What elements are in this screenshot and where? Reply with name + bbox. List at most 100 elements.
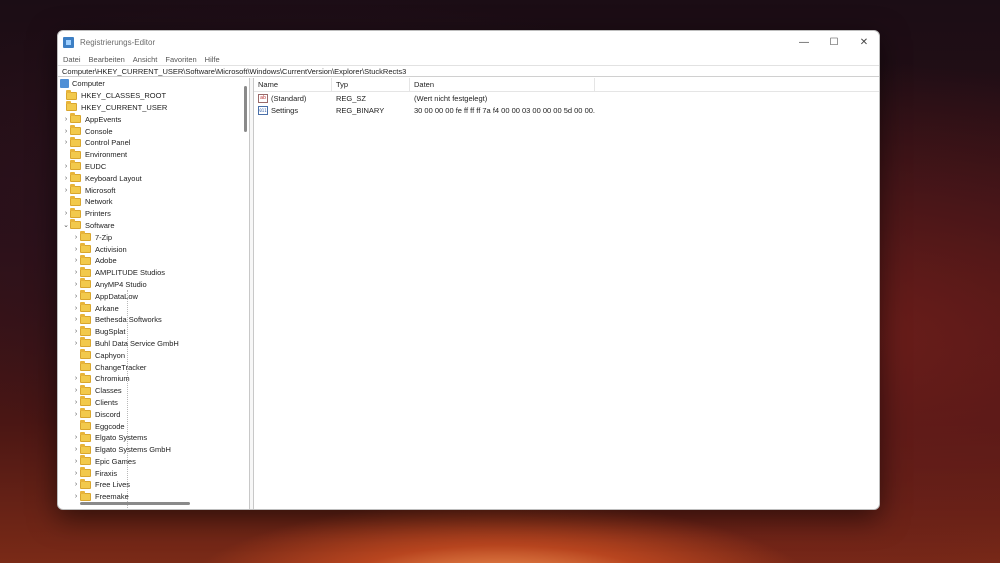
tree-node-chromium[interactable]: › Chromium	[58, 372, 240, 385]
tree-node-free-lives[interactable]: › Free Lives	[58, 478, 240, 491]
folder-icon	[80, 467, 91, 478]
chevron-right-icon[interactable]: ›	[72, 269, 80, 276]
tree-node-appevents[interactable]: › AppEvents	[58, 113, 240, 125]
tree-node-eggcode[interactable]: Eggcode	[58, 420, 240, 432]
folder-icon	[70, 219, 81, 230]
chevron-right-icon[interactable]: ›	[72, 234, 80, 241]
chevron-right-icon[interactable]: ›	[72, 305, 80, 312]
folder-icon	[66, 89, 77, 100]
chevron-right-icon[interactable]: ›	[72, 293, 80, 300]
chevron-right-icon[interactable]: ›	[72, 257, 80, 264]
menu-favoriten[interactable]: Favoriten	[165, 55, 196, 64]
chevron-right-icon[interactable]: ›	[62, 175, 70, 182]
chevron-right-icon[interactable]: ›	[72, 470, 80, 477]
tree-node-buhl-data-service-gmbh[interactable]: › Buhl Data Service GmbH	[58, 337, 240, 350]
tree-node-environment[interactable]: Environment	[58, 148, 240, 161]
tree-node-label: Printers	[85, 209, 111, 219]
chevron-right-icon[interactable]: ›	[72, 375, 80, 382]
tree-node-network[interactable]: Network	[58, 195, 240, 208]
folder-icon	[70, 136, 81, 147]
tree-node-changetracker[interactable]: ChangeTracker	[58, 361, 240, 373]
folder-icon	[70, 195, 81, 206]
tree-node-label: Epic Games	[95, 456, 136, 466]
address-bar[interactable]: Computer\HKEY_CURRENT_USER\Software\Micr…	[58, 65, 879, 77]
folder-icon	[80, 231, 91, 242]
tree-node-anymp4-studio[interactable]: › AnyMP4 Studio	[58, 278, 240, 291]
maximize-button[interactable]: ☐	[819, 31, 849, 53]
column-header-name[interactable]: Name	[254, 77, 332, 92]
chevron-right-icon[interactable]: ›	[72, 316, 80, 323]
tree-node-computer[interactable]: Computer	[58, 78, 240, 90]
chevron-right-icon[interactable]: ›	[72, 446, 80, 453]
chevron-right-icon[interactable]: ›	[62, 116, 70, 123]
folder-icon	[66, 101, 77, 112]
minimize-button[interactable]: —	[789, 31, 819, 53]
value-row[interactable]: 011 Settings REG_BINARY 30 00 00 00 fe f…	[254, 104, 879, 116]
tree-node-console[interactable]: › Console	[58, 125, 240, 137]
tree-node-discord[interactable]: › Discord	[58, 408, 240, 420]
chevron-right-icon[interactable]: ›	[62, 187, 70, 194]
tree-node-printers[interactable]: › Printers	[58, 207, 240, 220]
chevron-right-icon[interactable]: ›	[62, 128, 70, 135]
tree-node-hkey-current-user[interactable]: HKEY_CURRENT_USER	[58, 101, 240, 114]
values-header: Name Typ Daten	[254, 77, 879, 92]
chevron-right-icon[interactable]: ›	[72, 340, 80, 347]
menu-ansicht[interactable]: Ansicht	[133, 55, 158, 64]
tree-node-elgato-systems-gmbh[interactable]: › Elgato Systems GmbH	[58, 443, 240, 456]
chevron-right-icon[interactable]: ›	[62, 163, 70, 170]
chevron-right-icon[interactable]: ›	[72, 458, 80, 465]
chevron-right-icon[interactable]: ›	[72, 246, 80, 253]
tree-node-amplitude-studios[interactable]: › AMPLITUDE Studios	[58, 266, 240, 279]
tree-node-label: BugSplat	[95, 327, 126, 337]
value-row[interactable]: ab (Standard) REG_SZ (Wert nicht festgel…	[254, 92, 879, 104]
close-button[interactable]: ✕	[849, 31, 879, 53]
tree-node-eudc[interactable]: › EUDC	[58, 160, 240, 173]
chevron-right-icon[interactable]: ›	[72, 281, 80, 288]
tree-node-elgato-systems[interactable]: › Elgato Systems	[58, 431, 240, 444]
tree-node-classes[interactable]: › Classes	[58, 384, 240, 397]
values-pane: Name Typ Daten ab (Standard) REG_SZ (Wer…	[254, 77, 879, 509]
chevron-right-icon[interactable]: ›	[72, 411, 80, 418]
tree-node-adobe[interactable]: › Adobe	[58, 254, 240, 267]
tree-node-bugsplat[interactable]: › BugSplat	[58, 325, 240, 338]
chevron-right-icon[interactable]: ›	[72, 387, 80, 394]
tree-node-label: Elgato Systems	[95, 433, 148, 443]
chevron-right-icon[interactable]: ›	[72, 481, 80, 488]
tree-node-firaxis[interactable]: › Firaxis	[58, 467, 240, 479]
tree-node-7-zip[interactable]: › 7-Zip	[58, 231, 240, 243]
tree-vertical-scrollbar[interactable]	[244, 86, 247, 132]
chevron-right-icon[interactable]: ›	[72, 493, 80, 500]
tree-node-label: AnyMP4 Studio	[95, 279, 147, 289]
tree-node-clients[interactable]: › Clients	[58, 396, 240, 409]
chevron-right-icon[interactable]: ›	[62, 210, 70, 217]
tree-node-caphyon[interactable]: Caphyon	[58, 349, 240, 361]
tree-node-software[interactable]: ⌄ Software	[58, 219, 240, 232]
value-name-cell: 011 Settings	[254, 105, 332, 115]
menu-bearbeiten[interactable]: Bearbeiten	[89, 55, 125, 64]
chevron-down-icon[interactable]: ⌄	[62, 221, 70, 229]
chevron-right-icon[interactable]: ›	[72, 328, 80, 335]
registry-editor-window: Registrierungs-Editor — ☐ ✕ Datei Bearbe…	[57, 30, 880, 510]
title-bar[interactable]: Registrierungs-Editor — ☐ ✕	[58, 31, 879, 53]
tree-node-appdatalow[interactable]: › AppDataLow	[58, 290, 240, 302]
tree-horizontal-scrollbar[interactable]	[80, 502, 190, 505]
tree-node-keyboard-layout[interactable]: › Keyboard Layout	[58, 172, 240, 184]
menu-datei[interactable]: Datei	[63, 55, 81, 64]
tree-node-microsoft[interactable]: › Microsoft	[58, 184, 240, 196]
tree-node-epic-games[interactable]: › Epic Games	[58, 455, 240, 468]
tree-node-activision[interactable]: › Activision	[58, 243, 240, 255]
chevron-right-icon[interactable]: ›	[62, 139, 70, 146]
chevron-right-icon[interactable]: ›	[72, 434, 80, 441]
chevron-right-icon[interactable]: ›	[72, 399, 80, 406]
tree-node-control-panel[interactable]: › Control Panel	[58, 136, 240, 149]
tree-node-freemake[interactable]: › Freemake	[58, 490, 240, 503]
tree-node-arkane[interactable]: › Arkane	[58, 302, 240, 314]
window-title: Registrierungs-Editor	[80, 37, 156, 47]
column-header-type[interactable]: Typ	[332, 77, 410, 92]
menu-hilfe[interactable]: Hilfe	[205, 55, 220, 64]
folder-icon	[80, 361, 91, 372]
column-header-data[interactable]: Daten	[410, 77, 595, 92]
tree-node-hkey-classes-root[interactable]: HKEY_CLASSES_ROOT	[58, 89, 240, 102]
tree-node-bethesda-softworks[interactable]: › Bethesda Softworks	[58, 313, 240, 326]
address-path[interactable]: Computer\HKEY_CURRENT_USER\Software\Micr…	[62, 67, 406, 76]
